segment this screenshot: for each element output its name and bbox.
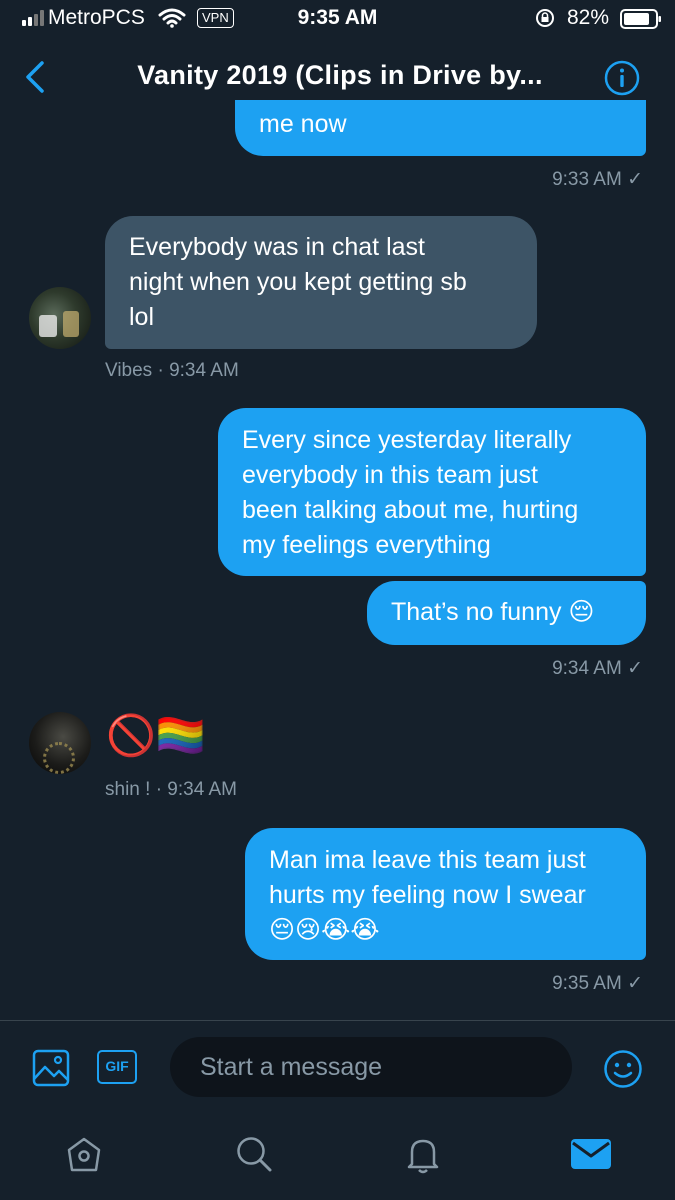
message-input[interactable]: Start a message — [170, 1037, 572, 1097]
conversation-title[interactable]: Vanity 2019 (Clips in Drive by... — [90, 60, 590, 91]
message-line: been talking about me, hurting — [242, 496, 579, 524]
message-line: everybody in this team just — [242, 461, 538, 489]
home-icon[interactable] — [64, 1134, 104, 1174]
avatar[interactable] — [29, 712, 91, 774]
outgoing-message-bubble[interactable]: Every since yesterday literally everybod… — [218, 408, 646, 576]
message-sender-timestamp: Vibes · 9:34 AM — [105, 360, 239, 381]
message-line: night when you kept getting sb — [129, 268, 467, 296]
message-line: Everybody was in chat last — [129, 233, 425, 261]
message-text: That’s no funny 😔 — [391, 598, 595, 626]
message-line: Every since yesterday literally — [242, 426, 572, 454]
message-line: hurts my feeling now I swear — [269, 881, 586, 909]
search-icon[interactable] — [234, 1134, 274, 1174]
message-line: my feelings everything — [242, 531, 491, 559]
gif-icon[interactable]: GIF — [97, 1050, 137, 1084]
notifications-icon[interactable] — [403, 1134, 443, 1174]
message-timestamp: 9:35 AM ✓ — [552, 973, 643, 994]
messages-icon[interactable] — [570, 1136, 612, 1172]
message-timestamp: 9:33 AM ✓ — [552, 169, 643, 190]
rotation-lock-icon — [536, 9, 554, 27]
message-sender-timestamp: shin ! · 9:34 AM — [105, 779, 238, 800]
message-input-placeholder: Start a message — [200, 1053, 383, 1081]
message-line: lol — [129, 303, 155, 331]
image-icon[interactable] — [32, 1049, 70, 1087]
back-arrow-icon[interactable] — [22, 60, 48, 94]
message-line: 😔😢😭😭 — [269, 916, 380, 944]
outgoing-message-bubble[interactable]: me now — [235, 100, 646, 156]
message-line: Man ima leave this team just — [269, 846, 586, 874]
avatar[interactable] — [29, 287, 91, 349]
message-composer: GIF Start a message — [0, 1020, 675, 1113]
emoji-icon[interactable] — [603, 1049, 643, 1089]
battery-icon — [620, 9, 661, 29]
outgoing-message-bubble[interactable]: Man ima leave this team just hurts my fe… — [245, 828, 646, 960]
message-timestamp: 9:34 AM ✓ — [552, 658, 643, 679]
gif-label: GIF — [105, 1058, 129, 1074]
bottom-tab-bar — [0, 1112, 675, 1200]
outgoing-message-bubble[interactable]: That’s no funny 😔 — [367, 581, 646, 645]
battery-percentage: 82% — [567, 6, 610, 29]
message-text: me now — [259, 110, 347, 138]
incoming-message-bubble[interactable]: Everybody was in chat last night when yo… — [105, 216, 537, 349]
info-icon[interactable] — [604, 60, 640, 96]
status-bar: MetroPCS VPN 9:35 AM 82% — [0, 0, 675, 38]
emoji-message[interactable]: 🚫🏳️‍🌈 — [106, 712, 206, 760]
